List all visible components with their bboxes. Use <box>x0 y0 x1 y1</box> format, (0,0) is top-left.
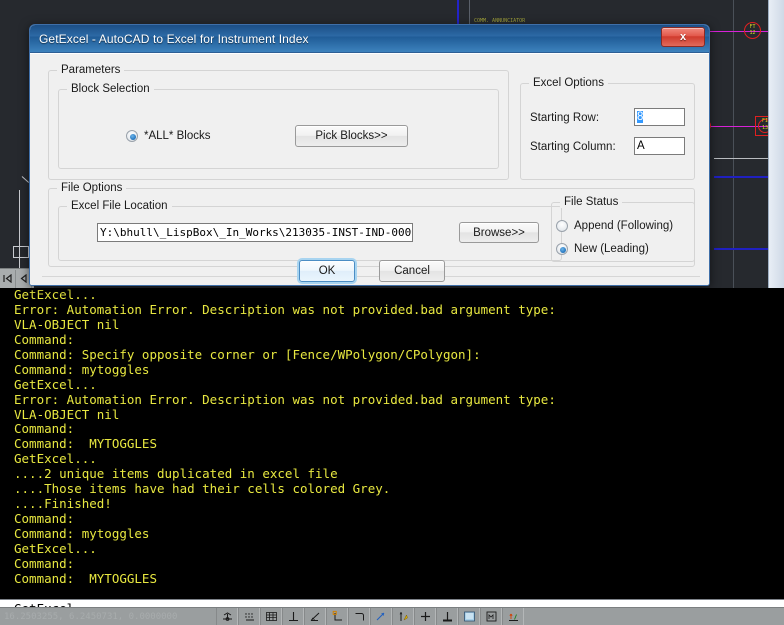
console-line: Command: <box>14 331 75 347</box>
quick-properties-icon[interactable] <box>458 608 480 625</box>
close-icon[interactable]: x <box>661 27 705 47</box>
file-status-group-title: File Status <box>560 196 623 208</box>
new-leading-radio-label: New (Leading) <box>574 243 649 255</box>
excel-file-path-value: Y:\bhull\_LispBox\_In_Works\213035-INST-… <box>100 226 412 239</box>
grid-display-icon[interactable] <box>238 608 260 625</box>
grid-mode-icon[interactable] <box>260 608 282 625</box>
console-line: GetExcel... <box>14 451 97 467</box>
cad-left-rectangle <box>13 246 29 258</box>
radio-dot-icon <box>556 243 568 255</box>
console-line: GetExcel... <box>14 288 97 302</box>
excel-options-group-title: Excel Options <box>529 77 608 89</box>
block-selection-group-title: Block Selection <box>67 83 154 95</box>
console-line: Command: mytoggles <box>14 361 150 377</box>
ortho-mode-icon[interactable] <box>282 608 304 625</box>
getexcel-dialog[interactable]: GetExcel - AutoCAD to Excel for Instrume… <box>29 24 710 286</box>
starting-row-label: Starting Row: <box>530 112 600 124</box>
block-selection-group: Block Selection <box>58 83 499 169</box>
new-leading-radio[interactable]: New (Leading) <box>556 243 649 255</box>
autocad-application-window: COMM. ANNUNCIATOR FT 12 FI 13 GetExcel..… <box>0 0 784 625</box>
drawing-vertical-scrollbar[interactable] <box>768 0 784 288</box>
console-line: Error: Automation Error. Description was… <box>14 391 556 407</box>
all-blocks-radio-label: *ALL* Blocks <box>144 130 211 142</box>
pick-blocks-button[interactable]: Pick Blocks>> <box>295 125 408 147</box>
console-line: GetExcel... <box>14 376 97 392</box>
console-line: Error: Automation Error. Description was… <box>14 301 556 317</box>
dynamic-input-icon[interactable] <box>414 608 436 625</box>
console-line: Command: <box>14 421 75 437</box>
all-blocks-radio[interactable]: *ALL* Blocks <box>126 130 210 142</box>
cancel-button[interactable]: Cancel <box>379 260 445 282</box>
cad-bubble-tag-bottom: 12 <box>749 30 756 36</box>
dialog-title-bar[interactable]: GetExcel - AutoCAD to Excel for Instrume… <box>30 25 709 53</box>
console-line: Command: Specify opposite corner or [Fen… <box>14 346 481 362</box>
parameters-group-title: Parameters <box>57 64 125 76</box>
radio-dot-icon <box>556 220 568 232</box>
model-space-icon[interactable] <box>480 608 502 625</box>
starting-column-label: Starting Column: <box>530 141 616 153</box>
cad-frame-line-right <box>733 0 734 288</box>
status-bar-toggle-buttons <box>216 608 524 625</box>
console-line: VLA-OBJECT nil <box>14 316 120 332</box>
status-bar: 16.2503255, 6.2450731, 0.0000000 <box>0 607 784 625</box>
command-console[interactable]: GetExcel... Error: Automation Error. Desc… <box>0 288 784 605</box>
append-following-radio-label: Append (Following) <box>574 220 674 232</box>
console-line: ....2 unique items duplicated in excel f… <box>14 466 338 482</box>
starting-row-input[interactable]: 8 <box>634 108 685 126</box>
excel-file-location-group-title: Excel File Location <box>67 200 172 212</box>
console-line: VLA-OBJECT nil <box>14 406 120 422</box>
excel-options-group: Excel Options <box>520 77 695 180</box>
console-line: Command: <box>14 555 75 571</box>
starting-column-input[interactable]: A <box>634 137 685 155</box>
polar-tracking-icon[interactable] <box>304 608 326 625</box>
lineweight-icon[interactable] <box>436 608 458 625</box>
excel-file-path-input[interactable]: Y:\bhull\_LispBox\_In_Works\213035-INST-… <box>97 223 413 242</box>
annotation-scale-icon[interactable] <box>502 608 524 625</box>
console-line: ....Finished! <box>14 496 112 512</box>
append-following-radio[interactable]: Append (Following) <box>556 220 673 232</box>
snap-mode-icon[interactable] <box>216 608 238 625</box>
dialog-body: Parameters Block Selection *ALL* Blocks … <box>30 53 709 285</box>
cad-left-diagonal-line <box>21 176 30 183</box>
console-line: Command: MYTOGGLES <box>14 570 157 586</box>
allow-ucs-icon[interactable] <box>370 608 392 625</box>
browse-button[interactable]: Browse>> <box>459 222 539 243</box>
radio-dot-icon <box>126 130 138 142</box>
console-line: Command: MYTOGGLES <box>14 436 157 452</box>
object-snap-icon[interactable] <box>326 608 348 625</box>
dialog-title: GetExcel - AutoCAD to Excel for Instrume… <box>39 31 309 46</box>
starting-row-value: 8 <box>637 111 644 123</box>
console-line: Command: <box>14 511 75 527</box>
console-line: GetExcel... <box>14 540 97 556</box>
dialog-separator <box>42 276 700 277</box>
console-line: Command: mytoggles <box>14 526 150 541</box>
dynamic-ucs-icon[interactable] <box>392 608 414 625</box>
ok-button[interactable]: OK <box>299 260 355 282</box>
object-snap-tracking-icon[interactable] <box>348 608 370 625</box>
tab-nav-first-button[interactable] <box>0 269 16 288</box>
console-line: ....Those items have had their cells col… <box>14 481 391 497</box>
cursor-coordinates: 16.2503255, 6.2450731, 0.0000000 <box>4 611 178 622</box>
file-options-group-title: File Options <box>57 182 127 194</box>
cad-frame-line <box>469 0 470 26</box>
starting-column-value: A <box>637 140 645 152</box>
